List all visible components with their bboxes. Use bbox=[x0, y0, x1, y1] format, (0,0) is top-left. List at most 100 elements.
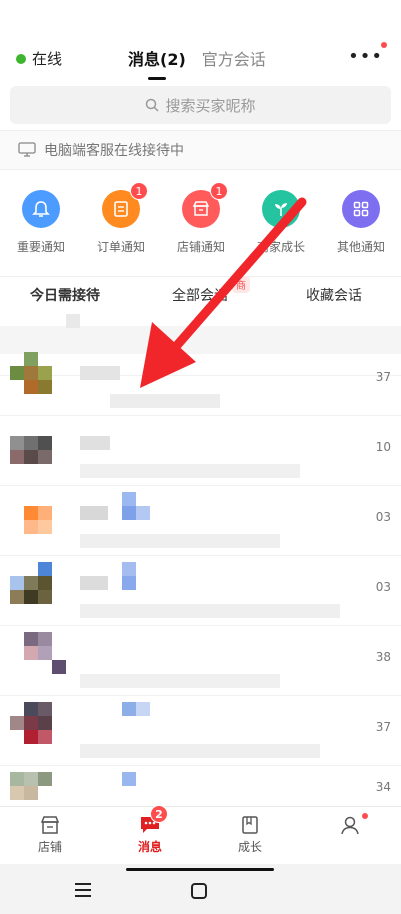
shop-badge: 1 bbox=[210, 182, 228, 200]
online-status[interactable]: 在线 bbox=[16, 48, 62, 69]
home-square-icon[interactable] bbox=[190, 882, 208, 900]
list-item[interactable]: 10 bbox=[0, 416, 401, 486]
store-icon bbox=[40, 816, 60, 834]
avatar bbox=[24, 772, 38, 786]
bell-icon bbox=[22, 190, 60, 228]
avatar bbox=[10, 786, 24, 800]
bottom-navigation: 店铺 2 消息 成长 bbox=[0, 805, 401, 864]
blurred-block bbox=[122, 772, 136, 786]
nav-growth[interactable]: 成长 bbox=[220, 815, 280, 855]
notification-shortcuts: 重要通知 1 订单通知 1 店铺通知 商家成长 其他通知 bbox=[0, 182, 401, 262]
blurred-block bbox=[122, 562, 136, 576]
avatar bbox=[24, 436, 38, 450]
pc-online-notice[interactable]: 电脑端客服在线接待中 bbox=[0, 130, 401, 170]
shortcut-shop[interactable]: 1 店铺通知 bbox=[166, 182, 236, 255]
shortcut-other-label: 其他通知 bbox=[336, 240, 385, 254]
shortcut-other[interactable]: 其他通知 bbox=[326, 190, 396, 255]
avatar bbox=[38, 590, 52, 604]
order-badge: 1 bbox=[130, 182, 148, 200]
blurred-message bbox=[110, 394, 220, 408]
avatar bbox=[10, 576, 24, 590]
shop-icon: 1 bbox=[182, 182, 228, 228]
nav-store[interactable]: 店铺 bbox=[20, 815, 80, 855]
avatar bbox=[10, 366, 24, 380]
search-bar[interactable]: 搜索买家昵称 bbox=[10, 86, 391, 124]
shortcut-growth-label: 商家成长 bbox=[256, 240, 305, 254]
avatar bbox=[38, 702, 52, 716]
avatar bbox=[38, 450, 52, 464]
avatar bbox=[38, 562, 52, 576]
blurred-block bbox=[122, 506, 136, 520]
blurred-block bbox=[136, 506, 150, 520]
avatar bbox=[38, 506, 52, 520]
list-item[interactable]: 37 bbox=[0, 346, 401, 416]
shortcut-growth[interactable]: 商家成长 bbox=[246, 190, 316, 255]
blurred-message bbox=[80, 464, 300, 478]
sprout-icon bbox=[262, 190, 300, 228]
avatar bbox=[38, 632, 52, 646]
list-item[interactable]: 03 bbox=[0, 556, 401, 626]
top-header: 在线 消息(2) 官方会话 ••• bbox=[0, 38, 401, 80]
list-item[interactable]: 37 bbox=[0, 696, 401, 766]
menu-icon[interactable] bbox=[74, 882, 92, 898]
blurred-message bbox=[80, 674, 280, 688]
online-dot-icon bbox=[16, 53, 26, 64]
avatar bbox=[10, 772, 24, 786]
list-item[interactable]: 34 bbox=[0, 766, 401, 806]
blurred-message bbox=[80, 534, 280, 548]
message-count-badge: 2 bbox=[150, 805, 168, 823]
avatar bbox=[38, 380, 52, 394]
more-badge-dot bbox=[381, 42, 387, 48]
avatar bbox=[24, 646, 38, 660]
shortcut-shop-label: 店铺通知 bbox=[176, 240, 225, 254]
blurred-name bbox=[80, 436, 110, 450]
nav-messages[interactable]: 2 消息 bbox=[120, 805, 180, 855]
avatar bbox=[38, 436, 52, 450]
shortcut-important[interactable]: 重要通知 bbox=[6, 190, 76, 255]
subtab-promo-badge: 商 bbox=[232, 276, 250, 293]
home-indicator[interactable] bbox=[126, 868, 274, 871]
subtab-today[interactable]: 今日需接待 bbox=[30, 285, 100, 305]
shortcut-important-label: 重要通知 bbox=[16, 240, 65, 254]
nav-profile[interactable] bbox=[320, 813, 380, 838]
nav-messages-label: 消息 bbox=[137, 840, 162, 854]
system-navigation-bar bbox=[0, 864, 401, 914]
avatar bbox=[24, 786, 38, 800]
avatar bbox=[38, 520, 52, 534]
search-placeholder: 搜索买家昵称 bbox=[165, 96, 256, 115]
avatar bbox=[24, 450, 38, 464]
avatar bbox=[38, 646, 52, 660]
user-icon bbox=[341, 816, 359, 835]
nav-store-label: 店铺 bbox=[37, 840, 62, 854]
list-item[interactable]: 38 bbox=[0, 626, 401, 696]
avatar bbox=[24, 380, 38, 394]
avatar bbox=[10, 436, 24, 450]
avatar bbox=[38, 576, 52, 590]
avatar bbox=[38, 772, 52, 786]
avatar bbox=[24, 520, 38, 534]
row-time: 37 bbox=[375, 720, 391, 734]
tab-official-chats[interactable]: 官方会话 bbox=[202, 46, 266, 70]
conversation-list: 37 10 03 03 38 37 34 bbox=[0, 306, 401, 806]
row-time: 10 bbox=[375, 440, 391, 454]
shortcut-order[interactable]: 1 订单通知 bbox=[86, 182, 156, 255]
profile-badge-dot bbox=[362, 813, 368, 819]
avatar bbox=[24, 366, 38, 380]
avatar bbox=[38, 730, 52, 744]
search-icon bbox=[146, 98, 160, 112]
avatar bbox=[24, 730, 38, 744]
subtab-favorite[interactable]: 收藏会话 bbox=[306, 285, 362, 305]
blurred-block bbox=[122, 576, 136, 590]
row-time: 37 bbox=[375, 370, 391, 384]
shortcut-order-label: 订单通知 bbox=[96, 240, 145, 254]
avatar bbox=[38, 716, 52, 730]
list-item[interactable]: 03 bbox=[0, 486, 401, 556]
avatar bbox=[38, 366, 52, 380]
row-time: 34 bbox=[375, 780, 391, 794]
more-dots-icon[interactable]: ••• bbox=[348, 42, 387, 67]
avatar bbox=[24, 352, 38, 366]
avatar bbox=[24, 506, 38, 520]
subtab-all[interactable]: 全部会话 bbox=[172, 285, 228, 305]
tab-messages[interactable]: 消息(2) bbox=[128, 46, 186, 80]
avatar bbox=[10, 450, 24, 464]
